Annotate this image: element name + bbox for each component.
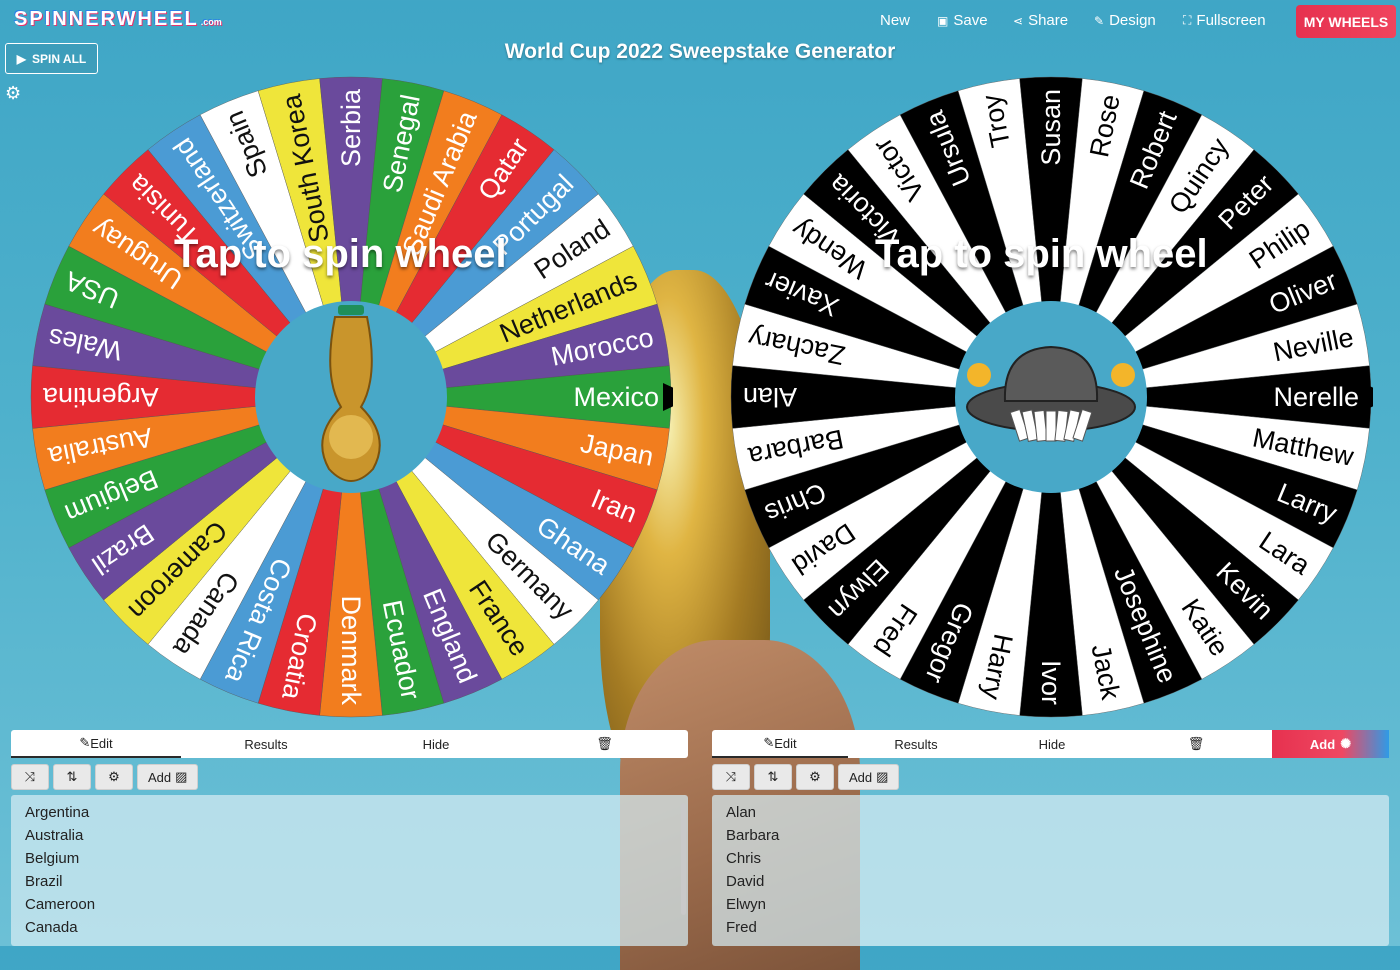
tab-hide-label: Hide xyxy=(1038,736,1066,752)
save-label: Save xyxy=(953,12,988,29)
list-item[interactable]: Belgium xyxy=(11,847,688,870)
wheel-segment-label: Denmark xyxy=(336,595,366,705)
trash-icon: 🗑 xyxy=(596,736,613,751)
wheel-pointer xyxy=(1363,383,1373,411)
list-item[interactable]: Chris xyxy=(712,847,1389,870)
wheel-segment-label: Mexico xyxy=(573,382,659,412)
fullscreen-label: Fullscreen xyxy=(1196,12,1266,29)
top-bar: SPINNERWHEEL .com New ▣ Save ⋖ Share ✎ Desig… xyxy=(0,0,1400,44)
tab-hide[interactable]: Hide xyxy=(984,730,1120,758)
new-label: New xyxy=(880,12,911,29)
settings-button[interactable]: ⚙ xyxy=(95,764,133,790)
entries-panel-names: ✎ Edit Results Hide 🗑 Add ✺ ⤨ ⇅ ⚙ Add ▨ Ala… xyxy=(712,730,1389,946)
shuffle-icon: ⤨ xyxy=(24,769,36,784)
tap-to-spin-text-2[interactable]: Tap to spin wheel xyxy=(875,232,1208,277)
add-image-button[interactable]: Add ▨ xyxy=(838,764,900,790)
wheel-segment-label: Susan xyxy=(1036,89,1066,166)
list-item[interactable]: David xyxy=(712,870,1389,893)
wheel-segment-label: Alan xyxy=(743,382,797,412)
settings-gear-icon[interactable]: ⚙ xyxy=(5,83,21,104)
tab-edit-label: Edit xyxy=(90,735,113,751)
tab-hide-label: Hide xyxy=(422,736,450,752)
logo[interactable]: SPINNERWHEEL .com xyxy=(14,8,222,31)
spin-all-label: SPIN ALL xyxy=(32,51,87,66)
wheel-segment-label: Argentina xyxy=(42,382,159,412)
list-item[interactable]: Australia xyxy=(11,824,688,847)
names-wheel[interactable]: NerelleMatthewLarryLaraKevinKatieJosephi… xyxy=(729,75,1373,719)
delete-button[interactable]: 🗑 xyxy=(1120,730,1272,758)
design-label: Design xyxy=(1109,12,1156,29)
shuffle-icon: ⤨ xyxy=(725,769,737,784)
list-item[interactable]: Elwyn xyxy=(712,893,1389,916)
panel-tabs: ✎ Edit Results Hide 🗑 Add ✺ xyxy=(712,730,1389,758)
tab-edit[interactable]: ✎ Edit xyxy=(712,730,848,758)
spin-all-button[interactable]: ▶ SPIN ALL xyxy=(5,43,98,74)
tab-results[interactable]: Results xyxy=(848,730,984,758)
sort-icon: ⇅ xyxy=(767,769,779,784)
tab-edit-label: Edit xyxy=(774,735,797,751)
tab-results-label: Results xyxy=(244,736,288,752)
save-icon: ▣ xyxy=(937,13,949,28)
sort-button[interactable]: ⇅ xyxy=(754,764,792,790)
gear-icon: ⚙ xyxy=(809,769,821,784)
panel-toolbar: ⤨ ⇅ ⚙ Add ▨ xyxy=(712,764,900,792)
list-item[interactable]: Argentina xyxy=(11,801,688,824)
sort-button[interactable]: ⇅ xyxy=(53,764,91,790)
list-item[interactable]: Barbara xyxy=(712,824,1389,847)
gear-icon: ⚙ xyxy=(108,769,120,784)
image-icon: ▨ xyxy=(175,769,188,784)
image-icon: ▨ xyxy=(876,769,889,784)
panel-toolbar: ⤨ ⇅ ⚙ Add ▨ xyxy=(11,764,199,792)
settings-button[interactable]: ⚙ xyxy=(796,764,834,790)
trash-icon: 🗑 xyxy=(1187,736,1205,751)
add-wheel-label: Add xyxy=(1309,736,1336,752)
list-item[interactable]: Cameroon xyxy=(11,893,688,916)
pencil-icon: ✎ xyxy=(1094,13,1105,28)
tab-results-label: Results xyxy=(894,736,938,752)
save-button[interactable]: ▣ Save xyxy=(937,12,988,29)
list-item[interactable]: Canada xyxy=(11,916,688,939)
new-button[interactable]: New xyxy=(880,12,910,29)
tab-results[interactable]: Results xyxy=(181,730,351,758)
wheel-icon: ✺ xyxy=(1340,736,1352,751)
add-image-label: Add xyxy=(849,769,873,785)
page-title: World Cup 2022 Sweepstake Generator xyxy=(504,40,896,63)
my-wheels-button[interactable]: MY WHEELS xyxy=(1296,5,1396,38)
entries-list[interactable]: Alan Barbara Chris David Elwyn Fred xyxy=(712,795,1389,946)
panel-tabs: ✎ Edit Results Hide 🗑 xyxy=(11,730,688,758)
delete-button[interactable]: 🗑 xyxy=(521,730,688,758)
logo-text: SPINNERWHEEL xyxy=(14,8,199,30)
tab-edit[interactable]: ✎ Edit xyxy=(11,730,181,758)
sort-icon: ⇅ xyxy=(66,769,78,784)
entries-panel-countries: ✎ Edit Results Hide 🗑 ⤨ ⇅ ⚙ Add ▨ Argentin… xyxy=(11,730,688,946)
share-button[interactable]: ⋖ Share xyxy=(1013,12,1068,29)
scrollbar[interactable] xyxy=(681,803,686,915)
fullscreen-button[interactable]: ⛶ Fullscreen xyxy=(1183,12,1266,29)
wheel-segment-label: Serbia xyxy=(336,88,366,167)
list-item[interactable]: Fred xyxy=(712,916,1389,939)
shuffle-button[interactable]: ⤨ xyxy=(11,764,49,790)
wheel-segment-label: Nerelle xyxy=(1273,382,1359,412)
pencil-icon: ✎ xyxy=(763,735,775,750)
countries-wheel[interactable]: MexicoJapanIranGhanaGermanyFranceEngland… xyxy=(29,75,673,719)
share-icon: ⋖ xyxy=(1013,13,1024,28)
entries-list[interactable]: Argentina Australia Belgium Brazil Camer… xyxy=(11,795,688,946)
list-item[interactable]: Brazil xyxy=(11,870,688,893)
share-label: Share xyxy=(1028,12,1069,29)
wheel-pointer xyxy=(663,383,673,411)
fullscreen-icon: ⛶ xyxy=(1183,13,1192,27)
wheel-segment-label: Ivor xyxy=(1036,660,1066,705)
design-button[interactable]: ✎ Design xyxy=(1094,12,1156,29)
shuffle-button[interactable]: ⤨ xyxy=(712,764,750,790)
logo-suffix: .com xyxy=(200,17,222,27)
tap-to-spin-text-1[interactable]: Tap to spin wheel xyxy=(174,232,507,277)
add-image-label: Add xyxy=(148,769,172,785)
add-wheel-button[interactable]: Add ✺ xyxy=(1272,730,1389,758)
pencil-icon: ✎ xyxy=(79,735,91,750)
tab-hide[interactable]: Hide xyxy=(351,730,521,758)
list-item[interactable]: Alan xyxy=(712,801,1389,824)
play-icon: ▶ xyxy=(16,51,26,66)
add-image-button[interactable]: Add ▨ xyxy=(137,764,199,790)
